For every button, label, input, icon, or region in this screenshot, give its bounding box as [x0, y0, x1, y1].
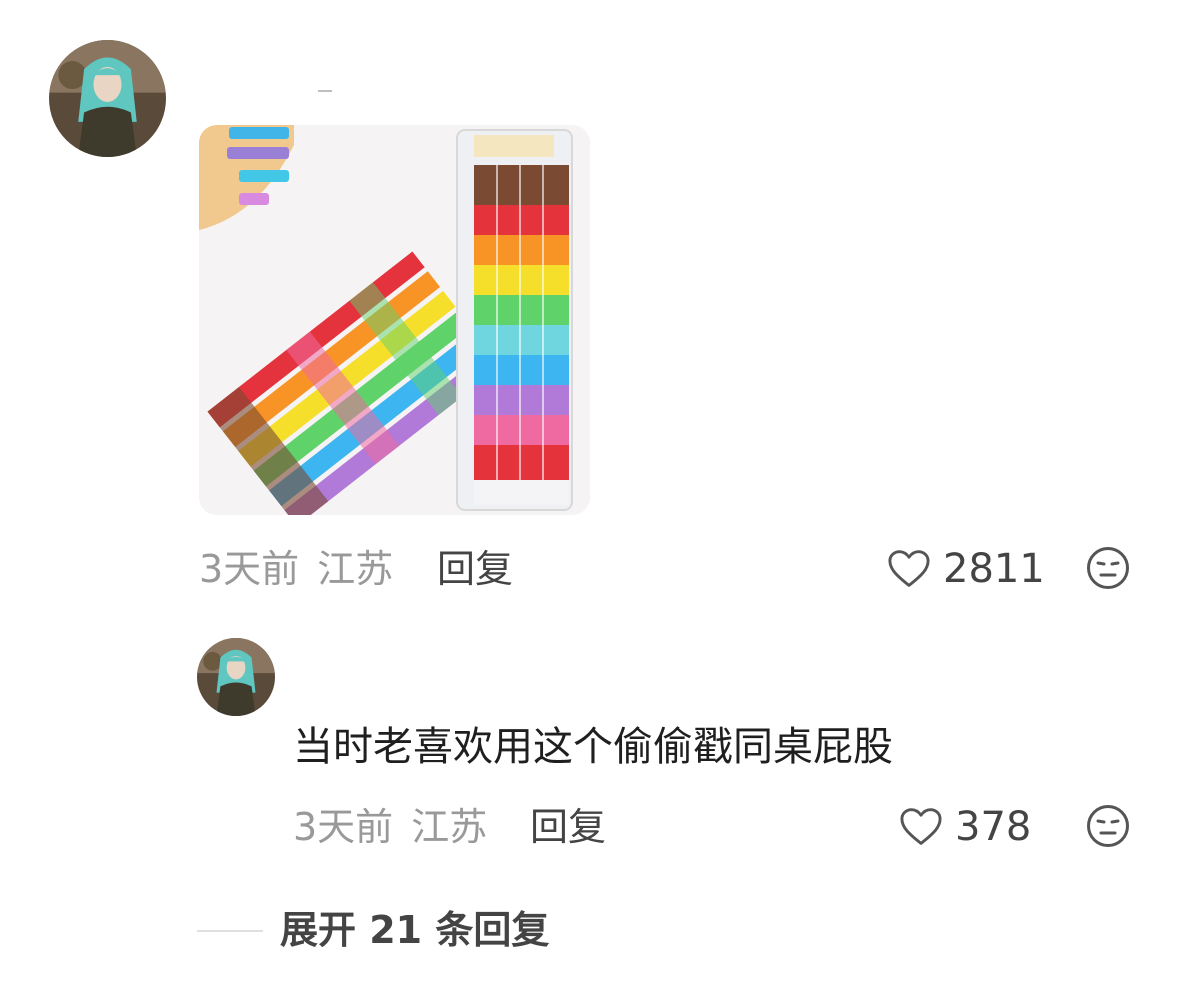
reply-button[interactable]: 回复 [437, 546, 513, 592]
divider-mark [318, 90, 332, 92]
reply-location: 江苏 [411, 805, 488, 849]
comment-time: 3天前 [199, 547, 300, 591]
reply-text: 当时老喜欢用这个偷偷戳同桌屁股 [293, 724, 893, 770]
comment-image[interactable] [199, 125, 590, 515]
expand-divider [197, 930, 263, 932]
neutral-face-icon[interactable] [1086, 546, 1130, 590]
reply-meta: 3天前 江苏 [293, 804, 487, 850]
reply-avatar[interactable] [197, 638, 275, 716]
like-count: 2811 [943, 546, 1045, 592]
reply-like-button[interactable]: 378 [899, 804, 1031, 850]
reply-like-count: 378 [955, 804, 1032, 850]
reply-reply-button[interactable]: 回复 [530, 804, 606, 850]
like-button[interactable]: 2811 [887, 546, 1045, 592]
heart-outline-icon [900, 808, 942, 845]
avatar-image [49, 40, 166, 157]
expand-replies-button[interactable]: 展开 21 条回复 [280, 906, 549, 954]
reply-time: 3天前 [293, 805, 394, 849]
comment-location: 江苏 [317, 547, 394, 591]
pencils-photo [199, 125, 590, 515]
avatar[interactable] [49, 40, 166, 157]
comment-meta: 3天前 江苏 [199, 546, 393, 592]
avatar-image [197, 638, 275, 716]
neutral-face-icon[interactable] [1086, 804, 1130, 848]
heart-outline-icon [888, 550, 930, 587]
